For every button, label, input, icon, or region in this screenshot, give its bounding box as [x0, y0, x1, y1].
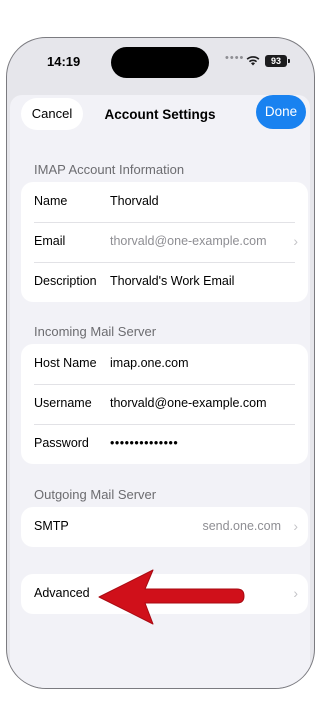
chevron-right-icon: › [293, 233, 298, 249]
incoming-group: Host Name imap.one.com Username thorvald… [21, 344, 308, 464]
password-field[interactable]: •••••••••••••• [110, 436, 178, 450]
host-name-label: Host Name [34, 356, 97, 370]
annotation-arrow-icon [98, 569, 245, 625]
email-label: Email [34, 234, 66, 248]
chevron-right-icon: › [293, 518, 298, 534]
password-label: Password [34, 436, 89, 450]
description-field[interactable]: Thorvald's Work Email [110, 274, 234, 288]
status-bar: 14:19 •••• 93 [7, 38, 314, 88]
smtp-row[interactable]: SMTP send.one.com › [21, 507, 308, 547]
name-row[interactable]: Name Thorvald [21, 182, 308, 222]
host-name-field[interactable]: imap.one.com [110, 356, 189, 370]
done-button[interactable]: Done [256, 95, 306, 129]
smtp-value: send.one.com [202, 519, 281, 533]
outgoing-section-header: Outgoing Mail Server [34, 487, 157, 502]
incoming-section-header: Incoming Mail Server [34, 324, 157, 339]
password-row[interactable]: Password •••••••••••••• [21, 424, 308, 464]
dynamic-island [111, 47, 209, 78]
description-label: Description [34, 274, 97, 288]
signal-icon: •••• [225, 52, 245, 64]
username-field[interactable]: thorvald@one-example.com [110, 396, 267, 410]
chevron-right-icon: › [293, 585, 298, 601]
name-label: Name [34, 194, 68, 208]
smtp-label: SMTP [34, 519, 69, 533]
name-field[interactable]: Thorvald [110, 194, 159, 208]
battery-icon: 93 [265, 55, 290, 67]
nav-bar: Cancel Account Settings Done [10, 95, 310, 149]
imap-group: Name Thorvald Email thorvald@one-example… [21, 182, 308, 302]
advanced-label: Advanced [34, 586, 90, 600]
username-row[interactable]: Username thorvald@one-example.com [21, 384, 308, 424]
description-row[interactable]: Description Thorvald's Work Email [21, 262, 308, 302]
imap-section-header: IMAP Account Information [34, 162, 185, 177]
outgoing-group: SMTP send.one.com › [21, 507, 308, 547]
host-name-row[interactable]: Host Name imap.one.com [21, 344, 308, 384]
email-value: thorvald@one-example.com [110, 234, 267, 248]
email-row[interactable]: Email thorvald@one-example.com › [21, 222, 308, 262]
wifi-icon [246, 56, 260, 66]
username-label: Username [34, 396, 92, 410]
status-time: 14:19 [47, 54, 81, 69]
